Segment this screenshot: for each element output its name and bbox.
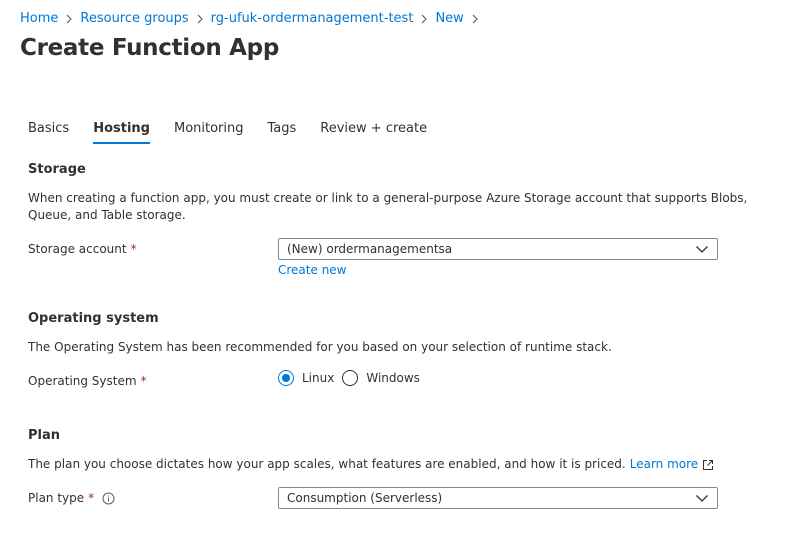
chevron-right-icon	[192, 10, 208, 28]
os-description: The Operating System has been recommende…	[28, 340, 612, 354]
create-new-storage-link[interactable]: Create new	[278, 263, 347, 277]
tab-tags[interactable]: Tags	[268, 121, 297, 144]
tab-basics[interactable]: Basics	[28, 121, 69, 144]
breadcrumb-home-link[interactable]: Home	[20, 10, 58, 28]
storage-heading: Storage	[28, 162, 86, 177]
storage-description: When creating a function app, you must c…	[28, 191, 748, 222]
tab-hosting[interactable]: Hosting	[93, 121, 150, 144]
create-function-app-page: Home Resource groups rg-ufuk-ordermanage…	[0, 0, 787, 549]
chevron-right-icon	[416, 10, 432, 28]
chevron-down-icon	[695, 242, 709, 256]
breadcrumb: Home Resource groups rg-ufuk-ordermanage…	[20, 10, 486, 28]
breadcrumb-resource-group-link[interactable]: rg-ufuk-ordermanagement-test	[211, 10, 414, 28]
tab-bar: Basics Hosting Monitoring Tags Review + …	[28, 121, 451, 144]
tab-monitoring[interactable]: Monitoring	[174, 121, 244, 144]
operating-system-radio-group: Linux Windows	[278, 370, 428, 386]
required-asterisk: *	[140, 374, 147, 388]
required-asterisk: *	[130, 242, 137, 256]
chevron-right-icon	[467, 10, 483, 28]
operating-system-label: Operating System *	[28, 374, 147, 388]
breadcrumb-new-link[interactable]: New	[435, 10, 463, 28]
storage-account-dropdown[interactable]: (New) ordermanagementsa	[278, 238, 718, 260]
plan-type-label: Plan type *	[28, 491, 115, 505]
radio-selected-icon	[278, 370, 294, 386]
os-windows-radio[interactable]: Windows	[342, 370, 420, 386]
chevron-right-icon	[61, 10, 77, 28]
plan-type-label-text: Plan type	[28, 491, 85, 505]
os-linux-label: Linux	[302, 371, 335, 385]
plan-description: The plan you choose dictates how your ap…	[28, 457, 626, 471]
required-asterisk: *	[88, 491, 95, 505]
plan-type-value: Consumption (Serverless)	[287, 491, 443, 505]
chevron-down-icon	[695, 491, 709, 505]
page-title: Create Function App	[20, 35, 279, 61]
info-icon[interactable]	[102, 492, 115, 505]
radio-unselected-icon	[342, 370, 359, 386]
os-linux-radio[interactable]: Linux	[278, 370, 334, 386]
os-windows-label: Windows	[366, 371, 420, 385]
tab-review-create[interactable]: Review + create	[320, 121, 427, 144]
learn-more-link[interactable]: Learn more	[630, 456, 698, 473]
storage-account-value: (New) ordermanagementsa	[287, 242, 453, 256]
storage-account-label: Storage account *	[28, 242, 137, 256]
plan-description-row: The plan you choose dictates how your ap…	[28, 456, 748, 473]
external-link-icon	[702, 459, 714, 471]
storage-account-label-text: Storage account	[28, 242, 127, 256]
plan-type-dropdown[interactable]: Consumption (Serverless)	[278, 487, 718, 509]
breadcrumb-resource-groups-link[interactable]: Resource groups	[80, 10, 188, 28]
os-heading: Operating system	[28, 311, 159, 326]
operating-system-label-text: Operating System	[28, 374, 137, 388]
plan-heading: Plan	[28, 428, 61, 443]
